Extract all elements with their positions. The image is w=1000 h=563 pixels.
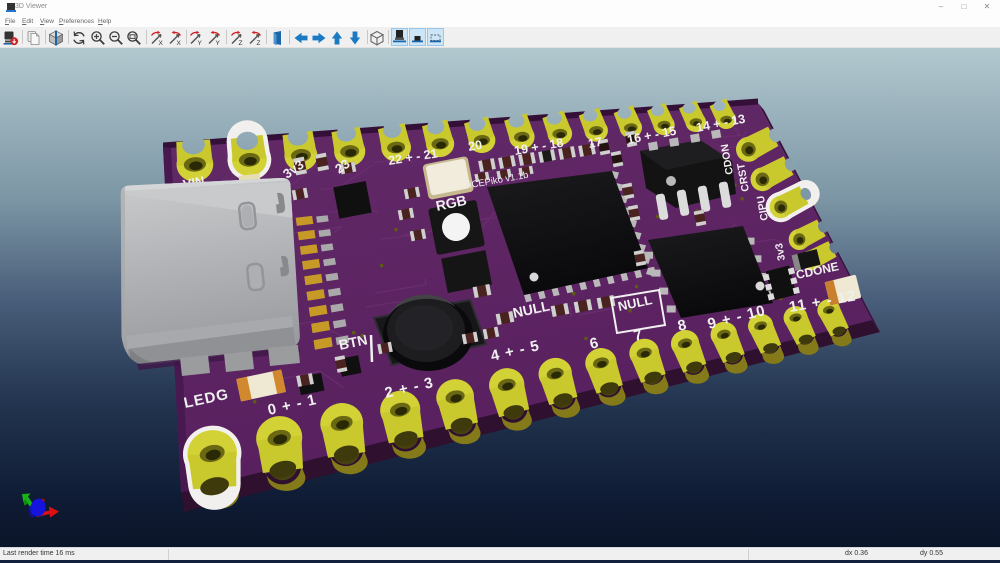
svg-text:Y: Y xyxy=(198,40,203,46)
svg-text:17: 17 xyxy=(587,135,603,151)
svg-text:20: 20 xyxy=(467,138,483,154)
svg-text:Y: Y xyxy=(216,40,221,46)
svg-text:X: X xyxy=(159,40,164,46)
svg-text:Z: Z xyxy=(257,40,261,46)
svg-text:Z: Z xyxy=(239,40,243,46)
svg-text:X: X xyxy=(177,40,182,46)
